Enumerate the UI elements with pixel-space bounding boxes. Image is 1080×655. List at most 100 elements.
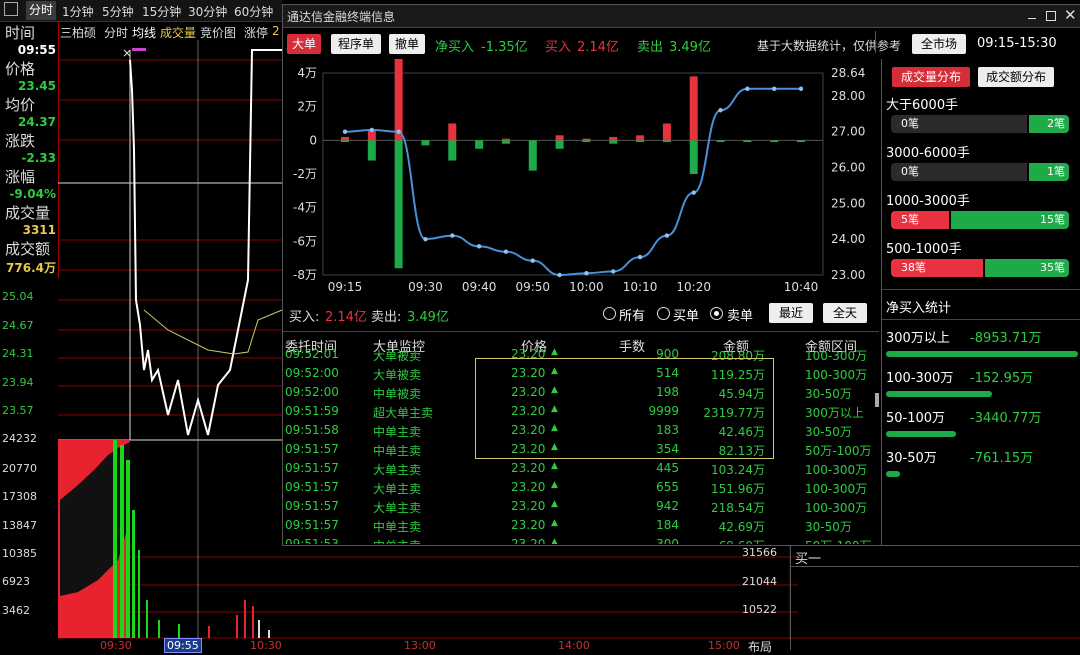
cell-lots: 300 xyxy=(656,537,679,544)
price-axis: 25.04 24.67 24.31 23.94 23.57 xyxy=(0,280,58,440)
cell-time: 09:52:00 xyxy=(285,385,339,399)
avg-label: 均价 xyxy=(5,96,36,114)
price-tick: 23.94 xyxy=(2,376,34,389)
cell-amount: 69.60万 xyxy=(695,537,765,544)
volume-dist-tab[interactable]: 成交量分布 xyxy=(892,67,970,87)
y-left-tick: -6万 xyxy=(293,234,317,248)
big-order-button[interactable]: 大单 xyxy=(287,34,321,54)
cell-time: 09:51:58 xyxy=(285,423,339,437)
down-arrow-icon: ▲ xyxy=(551,537,558,544)
x-tick: 09:40 xyxy=(462,280,497,294)
distribution-panel: 成交量分布 成交额分布 大于6000手 0笔 2笔 3000-6000手 0笔 … xyxy=(881,59,1080,545)
cell-price: 23.20 xyxy=(511,518,546,532)
radio-all[interactable] xyxy=(603,307,616,320)
sell-bar xyxy=(394,140,403,269)
all-day-button[interactable]: 全天 xyxy=(823,303,867,323)
amount-dist-tab[interactable]: 成交额分布 xyxy=(978,67,1054,87)
time-tick: 10:30 xyxy=(250,639,282,652)
cell-time: 09:51:57 xyxy=(285,518,339,532)
volume-tick: 20770 xyxy=(2,462,37,475)
pct-label: 涨幅 xyxy=(5,168,36,186)
radio-sell[interactable] xyxy=(710,307,723,320)
tab-limit-up[interactable]: 涨停 xyxy=(244,24,268,41)
table-row[interactable]: 09:51:53 中单主卖 23.20 ▲ 300 69.60万 50万-100万 xyxy=(283,535,879,544)
dist-label: 500-1000手 xyxy=(886,242,962,257)
radio-sell-label[interactable]: 卖单 xyxy=(727,305,753,324)
x-tick: 10:20 xyxy=(676,280,711,294)
tab-30min[interactable]: 30分钟 xyxy=(188,3,227,20)
table-row[interactable]: 09:51:57 大单主卖 23.20 ▲ 942 218.54万 100-300万 xyxy=(283,497,879,516)
tab-fenshi[interactable]: 分时 xyxy=(26,1,57,20)
price-point xyxy=(718,108,723,113)
table-row[interactable]: 09:51:57 中单主卖 23.20 ▲ 184 42.69万 30-50万 xyxy=(283,516,879,535)
cell-price: 23.20 xyxy=(511,499,546,513)
radio-buy-label[interactable]: 买单 xyxy=(673,305,699,324)
sell-bar xyxy=(501,140,510,144)
sell-bar xyxy=(716,140,725,143)
time-range: 09:15-15:30 xyxy=(977,36,1057,51)
tab-15min[interactable]: 15分钟 xyxy=(142,3,181,20)
tab-ma[interactable]: 均线 xyxy=(132,24,156,41)
chart-sub-tabs: 三柏硕 分时 均线 成交量 竞价图 涨停 2 xyxy=(58,23,282,41)
y-left-tick: 2万 xyxy=(297,100,317,114)
net-row-bar xyxy=(886,471,900,477)
svg-text:×: × xyxy=(122,46,132,60)
cell-range: 30-50万 xyxy=(805,387,852,401)
tab-extra-count[interactable]: 2 xyxy=(272,24,280,38)
cell-time: 09:52:00 xyxy=(285,366,339,380)
buy-bar xyxy=(501,138,510,141)
change-value: -2.33 xyxy=(21,151,56,165)
price-point xyxy=(476,244,482,249)
x-tick: 09:30 xyxy=(408,280,443,294)
volume-tick: 13847 xyxy=(2,519,37,532)
close-icon[interactable]: ✕ xyxy=(1064,6,1077,24)
tab-auction[interactable]: 竞价图 xyxy=(200,24,236,41)
cell-range: 30-50万 xyxy=(805,520,852,534)
stock-name-tab[interactable]: 三柏硕 xyxy=(60,24,96,41)
market-button[interactable]: 全市场 xyxy=(912,34,966,54)
price-point xyxy=(637,254,643,260)
y-right-tick: 27.00 xyxy=(831,125,865,139)
selection-highlight xyxy=(475,358,774,459)
buy-bar xyxy=(582,138,591,141)
radio-all-label[interactable]: 所有 xyxy=(619,305,645,324)
tab-fenshi-sub[interactable]: 分时 xyxy=(104,24,128,41)
cancel-order-button[interactable]: 撤单 xyxy=(389,34,425,54)
window-toggle-icon[interactable] xyxy=(4,2,18,16)
footer-buy-value: 2.14亿 xyxy=(325,310,367,325)
radio-buy[interactable] xyxy=(657,307,670,320)
minimize-icon[interactable] xyxy=(1028,18,1036,19)
cell-time: 09:51:57 xyxy=(285,461,339,475)
buy-bar xyxy=(555,135,564,141)
tab-60min[interactable]: 60分钟 xyxy=(234,3,273,20)
program-order-button[interactable]: 程序单 xyxy=(331,34,381,54)
cell-time: 09:51:57 xyxy=(285,442,339,456)
sell-bar xyxy=(582,140,591,143)
table-row[interactable]: 09:51:57 大单主卖 23.20 ▲ 655 151.96万 100-300万 xyxy=(283,478,879,497)
cell-amount: 103.24万 xyxy=(711,463,765,477)
tab-1min[interactable]: 1分钟 xyxy=(62,3,94,20)
price-point xyxy=(745,86,750,91)
capital-flow-chart: 4万 2万 0 -2万 -4万 -6万 -8万 28.64 28.00 27.00 26.00 25.… xyxy=(293,59,865,294)
net-row-bar xyxy=(886,391,992,397)
buy-bar xyxy=(689,76,698,141)
window-titlebar[interactable]: 通达信金融终端信息 ✕ xyxy=(283,5,1080,28)
amount-value: 776.4万 xyxy=(6,261,56,275)
sell-bar xyxy=(341,140,349,143)
layout-label[interactable]: 布局 xyxy=(748,638,772,655)
tab-5min[interactable]: 5分钟 xyxy=(102,3,134,20)
table-scrollbar[interactable] xyxy=(875,393,879,407)
recent-button[interactable]: 最近 xyxy=(769,303,813,323)
volume-value: 3311 xyxy=(22,223,56,237)
table-row[interactable]: 09:51:57 大单主卖 23.20 ▲ 445 103.24万 100-300万 xyxy=(283,459,879,478)
maximize-icon[interactable] xyxy=(1046,11,1056,21)
net-row-value: -3440.77万 xyxy=(970,411,1042,426)
vol-axis-tick: 31566 xyxy=(742,546,777,559)
cell-time: 09:51:57 xyxy=(285,499,339,513)
buy-label: 买入 xyxy=(545,40,572,55)
tab-volume[interactable]: 成交量 xyxy=(160,24,196,41)
buy-count-bar: 35笔 xyxy=(985,259,1069,277)
net-row-value: -761.15万 xyxy=(970,451,1034,466)
cell-range: 100-300万 xyxy=(805,463,868,477)
down-arrow-icon: ▲ xyxy=(551,499,558,509)
